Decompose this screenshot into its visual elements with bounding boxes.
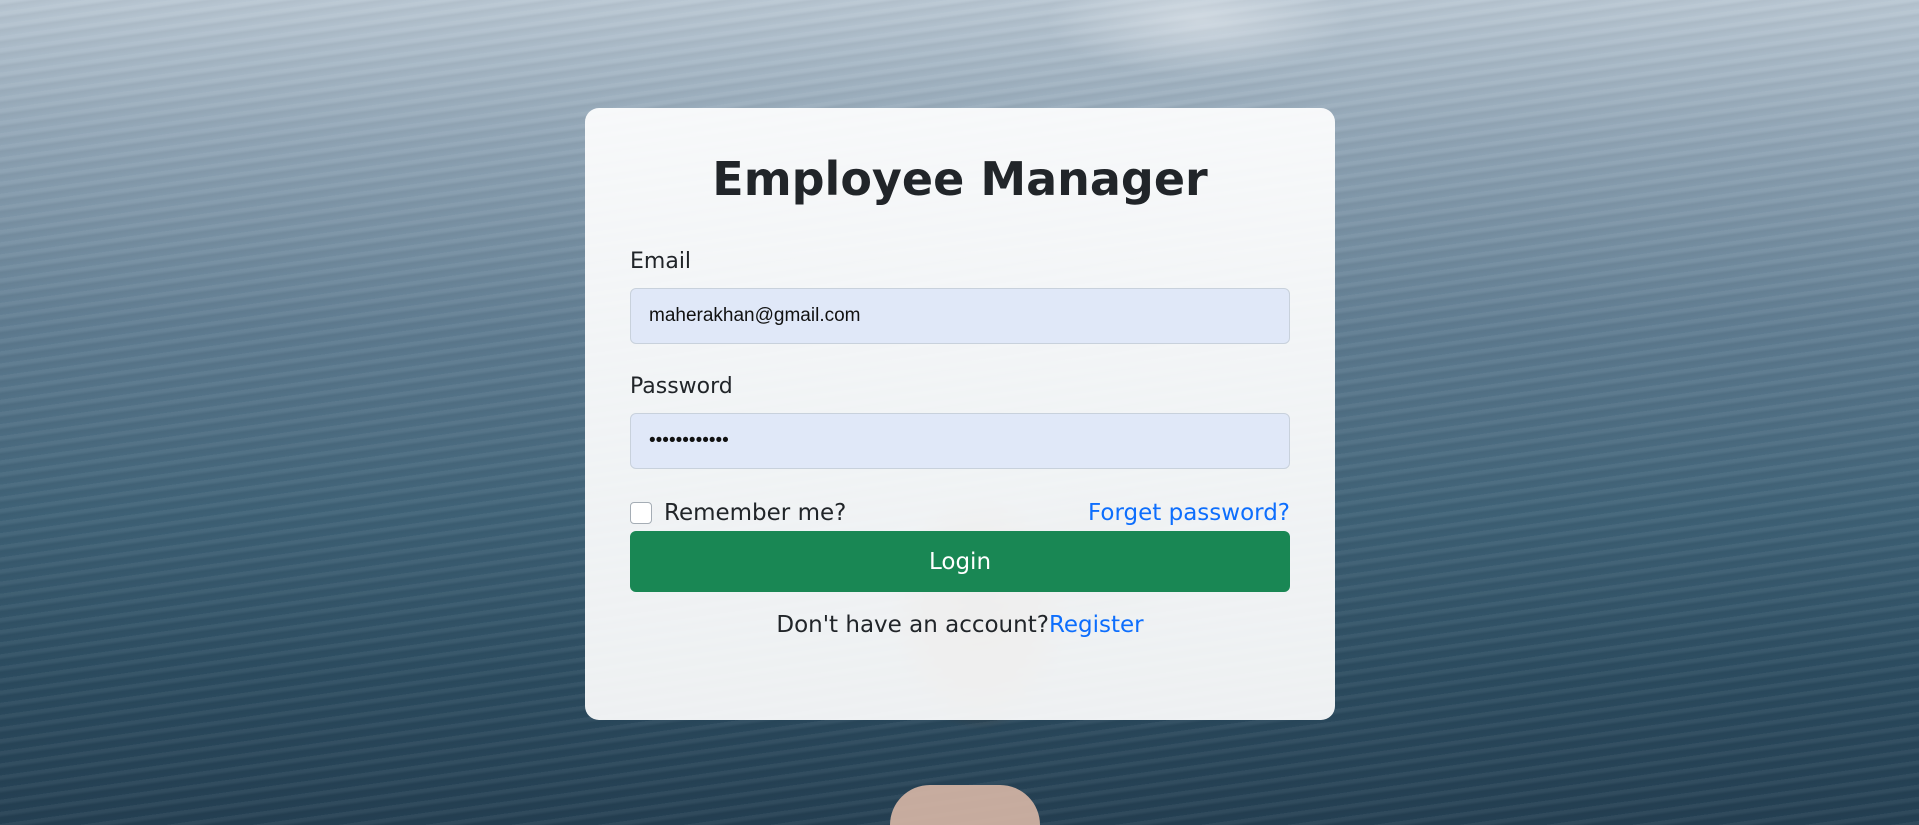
- page-title: Employee Manager: [712, 152, 1208, 206]
- remember-me-label: Remember me?: [664, 500, 847, 527]
- no-account-text: Don't have an account?: [776, 612, 1049, 639]
- password-field[interactable]: [630, 413, 1290, 470]
- password-label: Password: [630, 374, 733, 400]
- login-card: Employee Manager Email Password Remember…: [585, 108, 1335, 720]
- email-label: Email: [630, 249, 692, 275]
- login-button[interactable]: Login: [630, 531, 1290, 593]
- remember-me[interactable]: Remember me?: [630, 500, 846, 526]
- remember-me-checkbox[interactable]: [630, 502, 652, 525]
- background-person-shirt: [890, 785, 1040, 825]
- register-row: Don't have an account?Register: [630, 612, 1290, 638]
- register-link[interactable]: Register: [1049, 612, 1144, 638]
- forgot-password-link[interactable]: Forget password?: [1088, 500, 1290, 526]
- email-field[interactable]: [630, 288, 1290, 345]
- options-row: Remember me? Forget password?: [630, 499, 1290, 527]
